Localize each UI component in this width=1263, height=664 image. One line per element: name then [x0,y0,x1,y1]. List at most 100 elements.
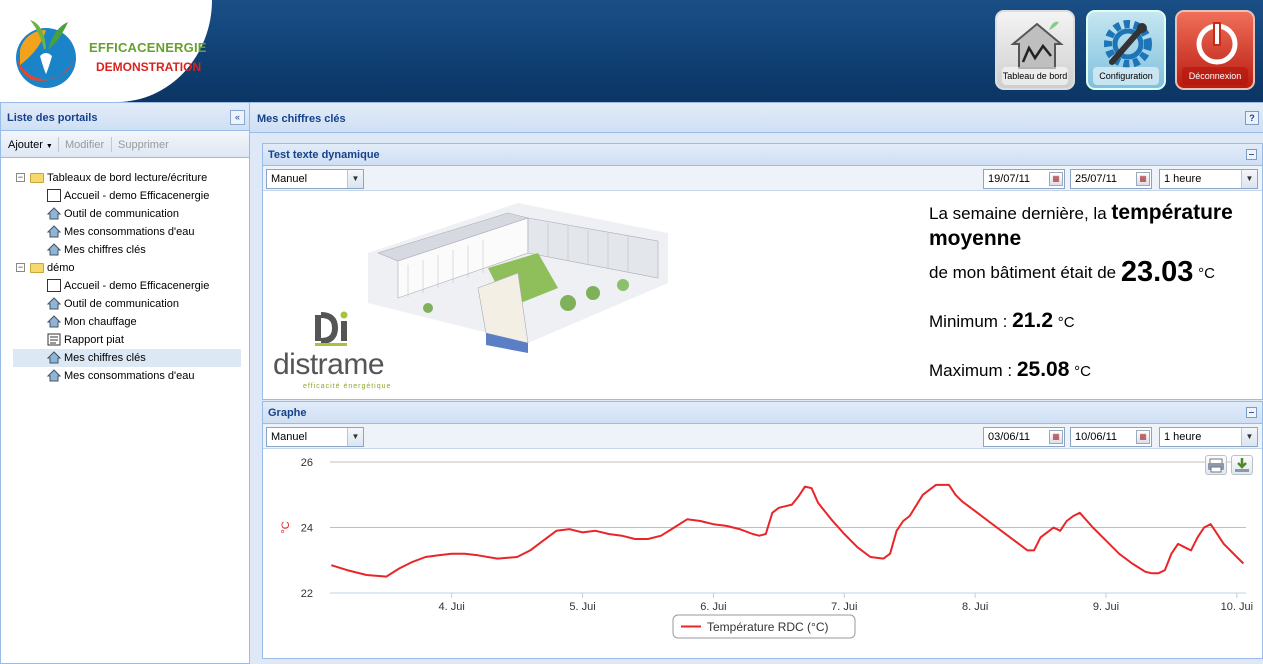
calendar-icon[interactable]: ▦ [1136,430,1150,444]
gear-wrench-icon [1104,20,1152,68]
start-date-value: 03/06/11 [988,431,1031,443]
tree-item[interactable]: Rapport piat [13,331,241,349]
logout-button-label: Déconnexion [1182,67,1248,85]
chart-area: 22 24 26 4. Jui 5. Jui 6. Jui 7. Jui 8. Jui 9. J… [263,449,1262,658]
tree-item[interactable]: Accueil - demo Efficacenergie [13,187,241,205]
series-line [331,483,1245,578]
mode-select[interactable]: Manuel ▼ [266,427,364,447]
tree-item-label: Mes consommations d'eau [64,226,195,238]
house-icon [47,369,61,382]
toolbar-divider [58,137,59,152]
portal-list-title: Liste des portails [7,112,98,124]
calendar-icon[interactable]: ▦ [1136,172,1150,186]
minimum-value: 21.2 [1012,309,1053,332]
add-button[interactable]: Ajouter ▼ [8,139,53,151]
start-date-field[interactable]: 03/06/11 ▦ [983,427,1065,447]
tree-item[interactable]: Outil de communication [13,205,241,223]
logout-button[interactable]: Déconnexion [1175,10,1255,90]
step-select[interactable]: 1 heure ▼ [1159,427,1258,447]
end-date-value: 25/07/11 [1075,173,1118,185]
building-illustration [368,203,668,353]
collapse-toggle-icon[interactable]: − [16,173,25,182]
house-icon [47,315,61,328]
chevron-down-icon: ▼ [1241,428,1257,446]
distrame-logo: distrame efficacité énergétique [273,311,393,393]
minimum-label: Minimum : [929,312,1013,331]
help-icon[interactable]: ? [1245,111,1259,125]
y-tick-label: 22 [301,588,313,600]
x-tick-label: 5. Jui [569,601,595,613]
end-date-value: 10/06/11 [1075,431,1118,443]
house-icon [47,243,61,256]
tree-item[interactable]: Accueil - demo Efficacenergie [13,277,241,295]
chart-icon [47,189,61,202]
tree-folder[interactable]: − démo [13,259,241,277]
end-date-field[interactable]: 25/07/11 ▦ [1070,169,1152,189]
tree-item-label: Mes chiffres clés [64,244,146,256]
tree-item-label: Outil de communication [64,298,179,310]
minimize-icon[interactable] [1246,407,1257,418]
folder-icon [30,173,44,183]
portal-toolbar: Ajouter ▼ Modifier Supprimer [1,131,249,158]
x-tick-label: 7. Jui [831,601,857,613]
summary-line-3: de mon bâtiment était de 23.03 °C [929,253,1215,288]
chevron-down-icon: ▼ [347,428,363,446]
house-icon [47,297,61,310]
tree-item-selected[interactable]: Mes chiffres clés [13,349,241,367]
portal-list-header: Liste des portails « [1,103,249,131]
collapse-panel-icon[interactable]: « [230,110,245,125]
x-tick-label: 6. Jui [700,601,726,613]
tree-item-label: Rapport piat [64,334,124,346]
tree-item[interactable]: Outil de communication [13,295,241,313]
configuration-button[interactable]: Configuration [1086,10,1166,90]
delete-button[interactable]: Supprimer [118,139,169,151]
y-axis-label: °C [280,521,292,533]
calendar-icon[interactable]: ▦ [1049,172,1063,186]
start-date-value: 19/07/11 [988,173,1031,185]
widget-body: distrame efficacité énergétique La semai… [263,191,1262,398]
start-date-field[interactable]: 19/07/11 ▦ [983,169,1065,189]
tree-item[interactable]: Mes consommations d'eau [13,367,241,385]
y-tick-label: 26 [301,457,313,469]
average-temperature-value: 23.03 [1120,256,1194,288]
summary-text: La semaine dernière, la [929,204,1112,223]
mode-select-value: Manuel [271,173,308,185]
page-title: Mes chiffres clés [257,113,346,125]
tree-item-label: Outil de communication [64,208,179,220]
mode-select[interactable]: Manuel ▼ [266,169,364,189]
tree-folder[interactable]: − Tableaux de bord lecture/écriture [13,169,241,187]
dashboard-button[interactable]: Tableau de bord [995,10,1075,90]
summary-emphasis: température [1111,201,1233,224]
house-chart-icon [1010,21,1064,69]
print-chart-button[interactable] [1205,455,1227,475]
summary-line-2: moyenne [929,227,1022,250]
legend-label: Température RDC (°C) [707,620,829,634]
step-select[interactable]: 1 heure ▼ [1159,169,1258,189]
unit-label: °C [1198,265,1215,282]
distrame-mark-icon [315,311,348,346]
distrame-logo-text: distrame [273,348,385,381]
app-header: EFFICACENERGIE DEMONSTRATION Tableau de … [0,0,1263,102]
tree-item[interactable]: Mon chauffage [13,313,241,331]
tree-item-label: Accueil - demo Efficacenergie [64,280,210,292]
tree-item-label: Mes chiffres clés [64,352,146,364]
toolbar-divider [111,137,112,152]
main-panel-header: Mes chiffres clés ? [250,103,1263,133]
tree-item[interactable]: Mes chiffres clés [13,241,241,259]
folder-icon [30,263,44,273]
edit-button[interactable]: Modifier [65,139,104,151]
collapse-toggle-icon[interactable]: − [16,263,25,272]
widget-toolbar: Manuel ▼ 03/06/11 ▦ 10/06/11 ▦ 1 heure ▼ [263,424,1262,449]
export-chart-button[interactable] [1231,455,1253,475]
minimize-icon[interactable] [1246,149,1257,160]
end-date-field[interactable]: 10/06/11 ▦ [1070,427,1152,447]
brand-logo: EFFICACENERGIE DEMONSTRATION [0,0,212,102]
maximum-label: Maximum : [929,361,1017,380]
unit-label: °C [1057,314,1075,331]
calendar-icon[interactable]: ▦ [1049,430,1063,444]
tree-item[interactable]: Mes consommations d'eau [13,223,241,241]
configuration-button-label: Configuration [1093,67,1159,85]
tree-item-label: Accueil - demo Efficacenergie [64,190,210,202]
x-tick-label: 8. Jui [962,601,988,613]
efficacenergie-logo-icon [16,20,76,88]
